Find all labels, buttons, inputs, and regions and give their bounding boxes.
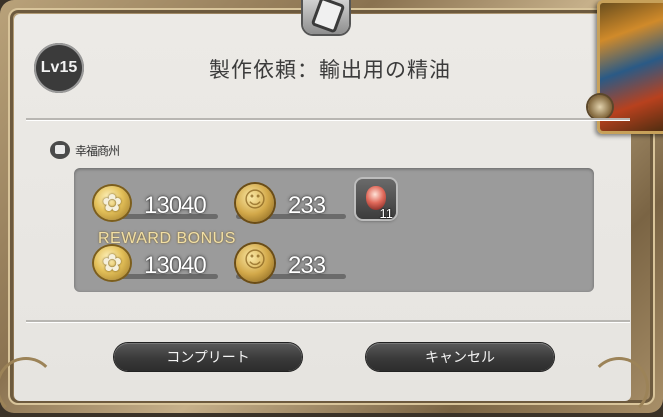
quest-tab-icon <box>303 0 349 34</box>
category-row: 幸福商州 <box>50 141 120 159</box>
complete-button[interactable]: コンプリート <box>114 343 302 371</box>
cancel-button[interactable]: キャンセル <box>366 343 554 371</box>
bonus-scrip-value: 13040 <box>144 252 207 279</box>
divider-bottom <box>26 320 630 323</box>
gil-value: 233 <box>288 192 326 219</box>
level-badge: Lv15 <box>34 43 84 93</box>
bonus-gil-value: 233 <box>288 252 326 279</box>
scrip-icon[interactable] <box>94 186 130 220</box>
item-count: 11 <box>379 206 394 221</box>
scrip-icon[interactable] <box>94 246 130 280</box>
gil-coin-icon[interactable] <box>236 184 274 222</box>
category-label: 幸福商州 <box>75 143 120 158</box>
corner-flourish-bottom-right <box>589 357 649 417</box>
gil-coin-icon[interactable] <box>236 244 274 282</box>
crystal-item-icon[interactable]: 11 <box>356 179 396 221</box>
card-art-decoration <box>588 0 663 134</box>
chest-icon <box>50 141 70 159</box>
reward-bonus-label: REWARD BONUS <box>98 230 236 247</box>
divider-top <box>26 118 630 121</box>
page-title: 製作依頼：輸出用の精油 <box>209 58 451 82</box>
scrip-value: 13040 <box>144 192 207 219</box>
